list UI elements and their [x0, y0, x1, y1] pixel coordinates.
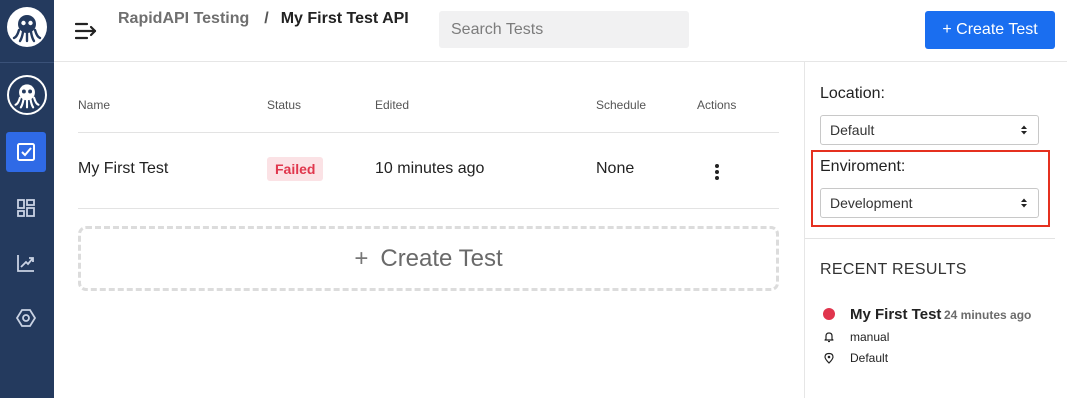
row-actions-icon[interactable]: [705, 160, 729, 184]
location-select-value: Default: [830, 122, 875, 138]
location-select[interactable]: Default: [820, 115, 1039, 145]
breadcrumb-separator: /: [264, 10, 269, 27]
right-panel: Location: Default Enviroment: Developmen…: [804, 62, 1067, 398]
test-name-cell[interactable]: My First Test: [78, 160, 168, 178]
settings-icon: [15, 309, 37, 327]
breadcrumb-root[interactable]: RapidAPI Testing: [118, 10, 249, 27]
breadcrumb-current: My First Test API: [280, 10, 409, 27]
select-caret-icon: [1021, 125, 1027, 135]
testing-logo-icon[interactable]: [7, 75, 47, 115]
recent-result-location: Default: [850, 351, 889, 365]
schedule-cell: None: [596, 160, 635, 177]
tests-table: Name Status Edited Schedule Actions My F…: [54, 62, 804, 398]
recent-result-name[interactable]: My First Test: [850, 306, 941, 323]
row-divider: [78, 208, 779, 209]
create-test-card[interactable]: + Create Test: [78, 226, 779, 291]
rapidapi-logo-icon[interactable]: [7, 7, 47, 47]
breadcrumb: RapidAPI Testing / My First Test API: [118, 7, 418, 31]
dashboard-icon: [17, 199, 35, 217]
recent-result-time: 24 minutes ago: [944, 308, 1032, 322]
sidebar: [0, 0, 54, 398]
menu-toggle-icon[interactable]: [74, 20, 98, 42]
column-header-schedule[interactable]: Schedule: [596, 98, 646, 112]
bell-icon: [823, 331, 835, 343]
create-test-button[interactable]: + Create Test: [925, 11, 1055, 49]
sidebar-divider: [0, 62, 54, 63]
tests-icon: [17, 143, 35, 161]
environment-select[interactable]: Development: [820, 188, 1039, 218]
column-header-edited[interactable]: Edited: [375, 98, 409, 112]
plus-icon: +: [354, 244, 369, 272]
analytics-icon: [17, 255, 34, 272]
recent-result-trigger: manual: [850, 330, 890, 344]
sidebar-item-tests[interactable]: [6, 132, 46, 172]
search-input[interactable]: [439, 11, 689, 48]
sidebar-item-dashboard[interactable]: [6, 188, 46, 228]
environment-select-value: Development: [830, 195, 913, 211]
recent-results-title: RECENT RESULTS: [820, 261, 967, 278]
failed-status-dot: [823, 308, 835, 320]
sidebar-item-analytics[interactable]: [6, 243, 46, 283]
environment-label: Enviroment:: [820, 158, 906, 175]
column-header-name[interactable]: Name: [78, 98, 110, 112]
status-badge: Failed: [267, 157, 324, 181]
edited-cell: 10 minutes ago: [375, 160, 485, 177]
select-caret-icon: [1021, 198, 1027, 208]
create-test-card-label: Create Test: [380, 244, 503, 272]
column-header-status[interactable]: Status: [267, 98, 301, 112]
column-header-actions: Actions: [697, 98, 737, 112]
header-divider: [78, 132, 779, 133]
location-label: Location:: [820, 85, 885, 102]
panel-divider: [805, 238, 1055, 239]
sidebar-item-settings[interactable]: [6, 298, 46, 338]
top-header: RapidAPI Testing / My First Test API + Cre…: [54, 0, 1067, 62]
app: RapidAPI Testing / My First Test API + Cre…: [0, 0, 1067, 398]
location-pin-icon: [823, 352, 835, 364]
